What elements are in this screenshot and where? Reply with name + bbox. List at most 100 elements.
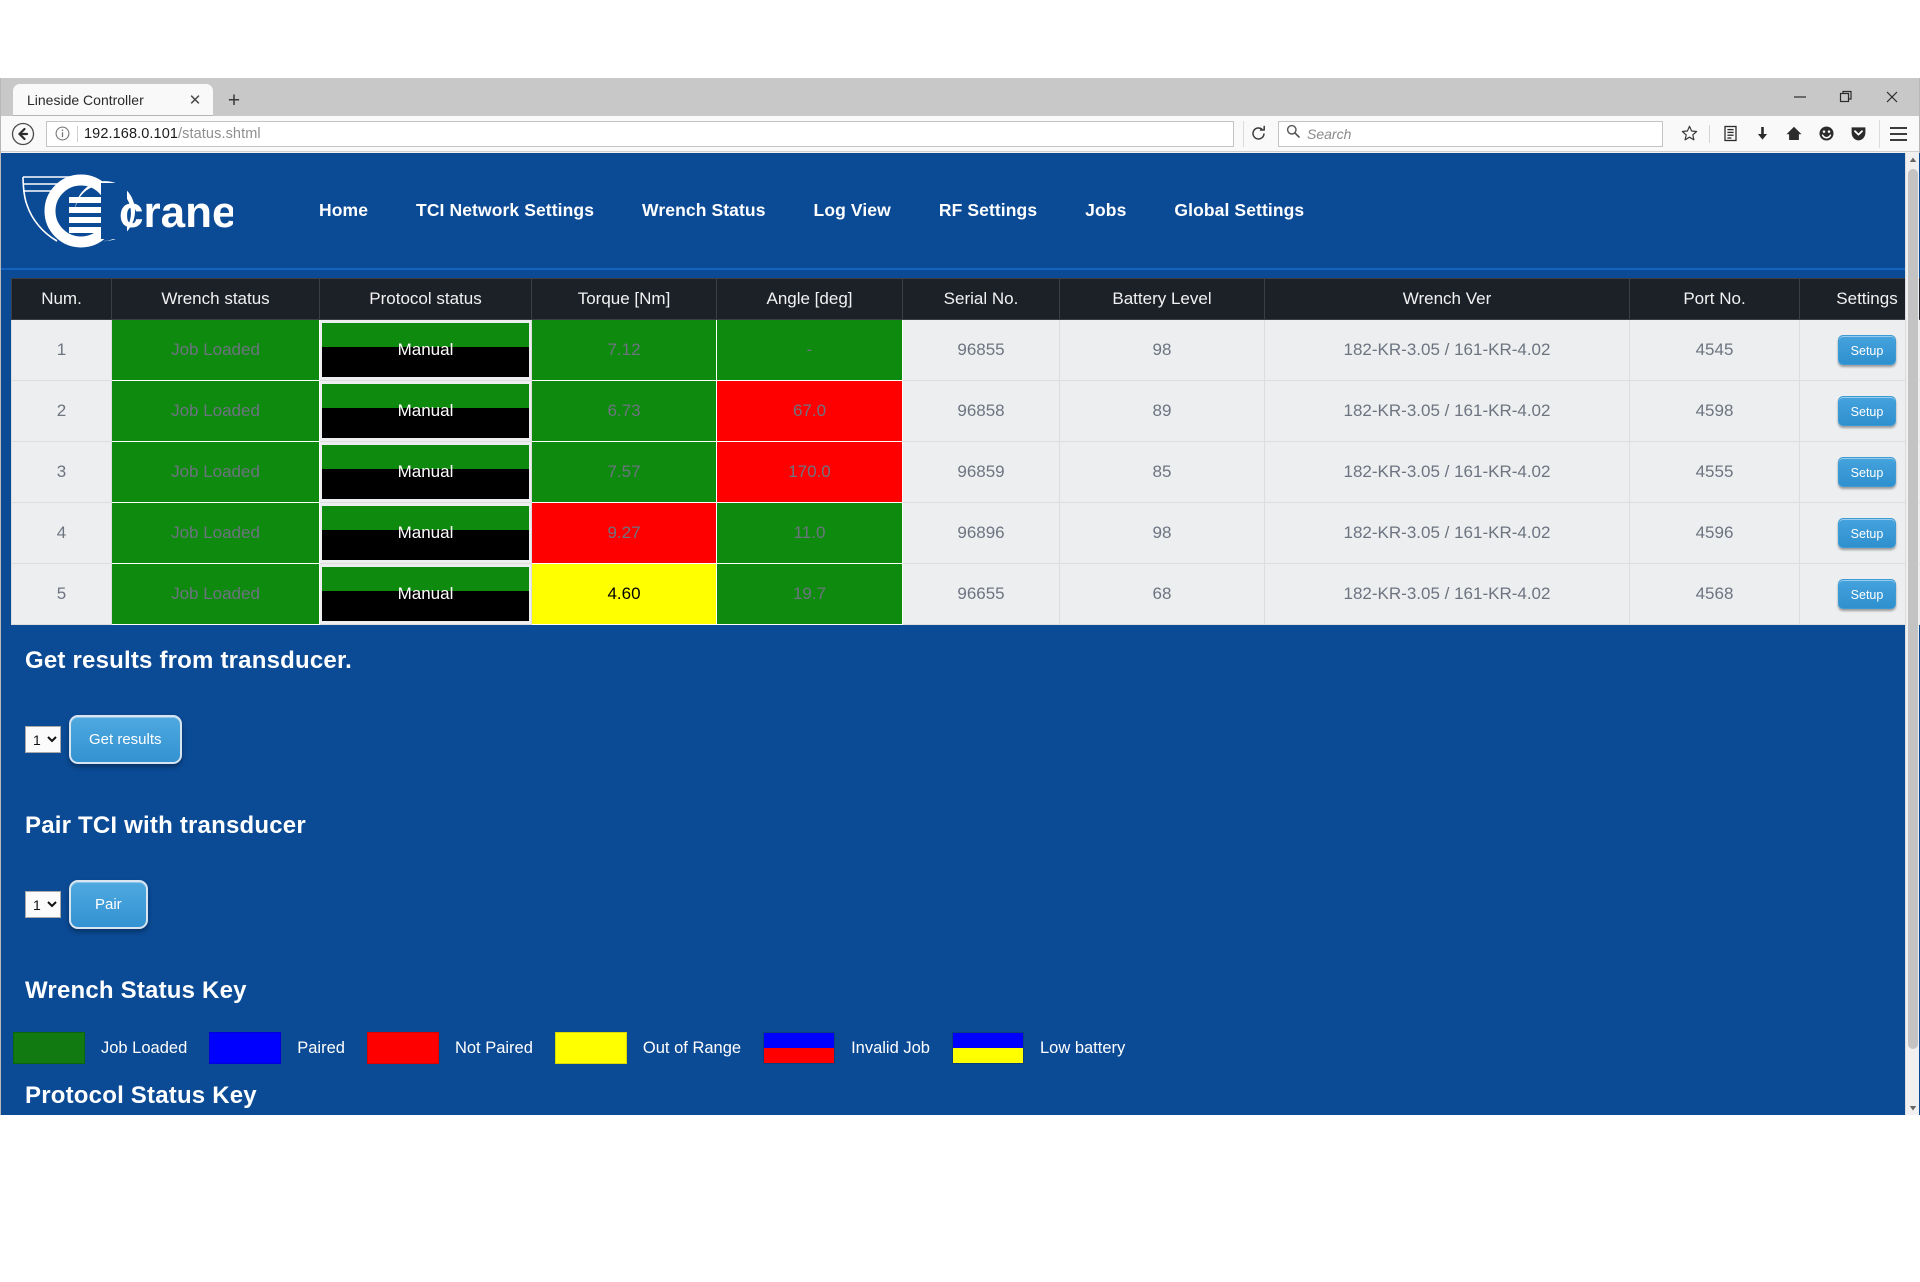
cell-num: 5 (11, 563, 112, 625)
bookmark-star-icon[interactable] (1674, 120, 1704, 148)
column-header-port-no: Port No. (1629, 278, 1800, 320)
library-icon[interactable] (1715, 120, 1745, 148)
scroll-up-arrow-icon[interactable] (1906, 153, 1919, 167)
column-header-settings: Settings (1799, 278, 1920, 320)
nav-item-tci-network-settings[interactable]: TCI Network Settings (392, 200, 618, 221)
protocol-status-label: Manual (397, 523, 454, 542)
setup-button[interactable]: Setup (1838, 335, 1896, 365)
cell-settings: Setup (1799, 319, 1920, 381)
search-placeholder: Search (1307, 125, 1352, 142)
cell-battery-level: 68 (1059, 563, 1265, 625)
search-icon (1286, 124, 1300, 143)
setup-button[interactable]: Setup (1838, 579, 1896, 609)
downloads-icon[interactable] (1747, 120, 1777, 148)
pair-controls: 12345 Pair (25, 880, 1907, 929)
protocol-status-label: Manual (397, 340, 454, 359)
cell-serial-no: 96855 (902, 319, 1060, 381)
get-results-title: Get results from transducer. (25, 647, 353, 674)
get-results-button[interactable]: Get results (69, 715, 182, 764)
minimize-icon[interactable] (1777, 82, 1823, 112)
get-results-transducer-select[interactable]: 12345 (25, 726, 61, 753)
address-divider (77, 125, 78, 142)
nav-item-wrench-status[interactable]: Wrench Status (618, 200, 790, 221)
url-path: /status.shtml (178, 125, 261, 142)
pair-transducer-select[interactable]: 12345 (25, 891, 61, 918)
setup-button[interactable]: Setup (1838, 457, 1896, 487)
legend-swatch (366, 1032, 439, 1064)
cell-num: 2 (11, 380, 112, 442)
nav-item-rf-settings[interactable]: RF Settings (915, 200, 1061, 221)
cell-port-no: 4545 (1629, 319, 1800, 381)
account-smiley-icon[interactable] (1811, 120, 1841, 148)
pair-section: Pair TCI with transducer 12345 Pair (1, 812, 1907, 929)
nav-item-log-view[interactable]: Log View (790, 200, 915, 221)
legend-swatch-bottom (952, 1048, 1023, 1063)
cell-wrench-ver: 182-KR-3.05 / 161-KR-4.02 (1264, 319, 1630, 381)
browser-titlebar: Lineside Controller ✕ + (1, 78, 1919, 116)
legend-swatch (951, 1032, 1024, 1064)
cell-protocol-status: Manual (319, 319, 532, 381)
column-header-wrench-status: Wrench status (111, 278, 320, 320)
pocket-icon[interactable] (1843, 120, 1873, 148)
menu-hamburger-icon[interactable] (1879, 119, 1911, 148)
column-header-angle: Angle [deg] (716, 278, 903, 320)
nav-item-global-settings[interactable]: Global Settings (1150, 200, 1328, 221)
protocol-status-label: Manual (397, 462, 454, 481)
close-window-icon[interactable] (1869, 82, 1915, 112)
cell-wrench-status: Job Loaded (111, 502, 320, 564)
scroll-down-arrow-icon[interactable] (1906, 1101, 1920, 1115)
restore-icon[interactable] (1823, 82, 1869, 112)
protocol-status-indicator: Manual (322, 445, 529, 499)
toolbar-divider (1709, 124, 1710, 143)
cell-settings: Setup (1799, 502, 1920, 564)
protocol-status-label: Manual (397, 584, 454, 603)
setup-button[interactable]: Setup (1838, 396, 1896, 426)
column-header-protocol-status: Protocol status (319, 278, 532, 320)
legend-label: Job Loaded (101, 1038, 188, 1057)
column-header-battery-level: Battery Level (1059, 278, 1265, 320)
main-navigation: Home TCI Network Settings Wrench Status … (295, 200, 1328, 221)
new-tab-icon[interactable]: + (219, 86, 249, 116)
scrollbar-thumb[interactable] (1908, 169, 1918, 1049)
pair-button[interactable]: Pair (69, 880, 148, 929)
wrench-status-key-section: Wrench Status Key (1, 977, 1907, 1005)
back-button-icon[interactable] (9, 120, 37, 148)
cell-wrench-ver: 182-KR-3.05 / 161-KR-4.02 (1264, 441, 1630, 503)
search-bar[interactable]: Search (1278, 120, 1663, 147)
cell-protocol-status: Manual (319, 563, 532, 625)
table-row: 2 Job Loaded Manual 6.73 67.0 96858 89 182-KR-3… (11, 380, 1920, 442)
legend-swatch (209, 1032, 282, 1064)
cell-num: 4 (11, 502, 112, 564)
legend-swatch (763, 1032, 836, 1064)
cell-angle: 11.0 (716, 502, 903, 564)
table-row: 4 Job Loaded Manual 9.27 11.0 96896 98 182-KR-3… (11, 502, 1920, 564)
address-bar[interactable]: 192.168.0.101/status.shtml (46, 120, 1234, 147)
nav-item-home[interactable]: Home (295, 200, 392, 221)
protocol-status-indicator: Manual (322, 506, 529, 560)
protocol-status-label: Manual (397, 401, 454, 420)
legend-label: Low battery (1039, 1038, 1126, 1057)
crane-logo[interactable]: crane (15, 165, 236, 257)
table-row: 1 Job Loaded Manual 7.12-96855 98 182-KR-3.05… (11, 319, 1920, 381)
wrench-status-key-title: Wrench Status Key (25, 977, 247, 1004)
url-host: 192.168.0.101 (84, 125, 179, 142)
browser-tab[interactable]: Lineside Controller ✕ (13, 84, 213, 116)
web-page: crane Home TCI Network Settings Wrench S… (1, 153, 1920, 1115)
close-tab-icon[interactable]: ✕ (185, 90, 205, 110)
cell-angle: 19.7 (716, 563, 903, 625)
cell-battery-level: 98 (1059, 319, 1265, 381)
wrench-status-table-container: Num. Wrench status Protocol status Torqu… (1, 270, 1920, 625)
home-icon[interactable] (1779, 120, 1809, 148)
cell-protocol-status: Manual (319, 380, 532, 442)
cell-port-no: 4555 (1629, 441, 1800, 503)
cell-serial-no: 96896 (902, 502, 1060, 564)
site-info-icon[interactable] (53, 125, 71, 143)
nav-item-jobs[interactable]: Jobs (1061, 200, 1150, 221)
page-scrollbar[interactable] (1905, 153, 1919, 1115)
table-row: 5 Job Loaded Manual 4.60 19.7 96655 68 182-KR-3… (11, 563, 1920, 625)
browser-toolbar: 192.168.0.101/status.shtml Search (1, 116, 1919, 152)
cell-torque: 9.27 (531, 502, 717, 564)
reload-button-icon[interactable] (1243, 120, 1273, 147)
cell-serial-no: 96859 (902, 441, 1060, 503)
setup-button[interactable]: Setup (1838, 518, 1896, 548)
